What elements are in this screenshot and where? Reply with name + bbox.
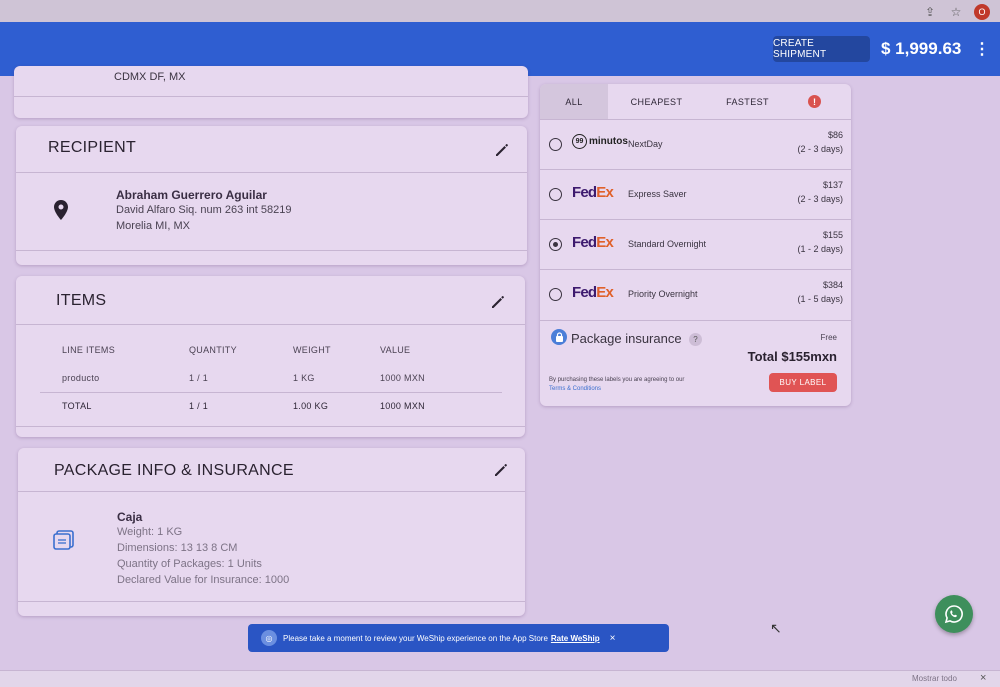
cell-value: 1000 MXN (380, 373, 425, 383)
tab-fastest[interactable]: FASTEST (705, 84, 790, 119)
location-pin-icon (54, 200, 68, 220)
package-weight: Weight: 1 KG (117, 526, 183, 538)
toast-message: Please take a moment to review your WeSh… (283, 633, 548, 643)
rate-days: (2 - 3 days) (797, 194, 843, 204)
browser-download-bar: Mostrar todo × (0, 670, 1000, 687)
divider (18, 601, 525, 602)
lock-icon (551, 329, 567, 345)
box-icon (53, 530, 74, 550)
cell-quantity: 1 / 1 (189, 373, 209, 383)
rate-radio[interactable] (549, 138, 562, 151)
insurance-price: Free (820, 333, 837, 342)
cell-total-weight: 1.00 KG (293, 401, 329, 411)
recipient-card: RECIPIENT Abraham Guerrero Aguilar David… (16, 126, 527, 265)
column-header-weight: WEIGHT (293, 345, 331, 355)
rate-service: NextDay (628, 139, 663, 149)
rate-service: Express Saver (628, 189, 687, 199)
rate-radio[interactable] (549, 188, 562, 201)
rate-price: $155 (822, 230, 843, 240)
package-quantity: Quantity of Packages: 1 Units (117, 558, 262, 570)
rate-days: (1 - 5 days) (797, 294, 843, 304)
insurance-section: Package insurance ? Free Total $155mxn B… (540, 320, 851, 406)
divider (18, 491, 525, 492)
cell-total-quantity: 1 / 1 (189, 401, 209, 411)
whatsapp-button[interactable] (935, 595, 973, 633)
package-declared-value: Declared Value for Insurance: 1000 (117, 574, 290, 586)
package-dimensions: Dimensions: 13 13 8 CM (117, 542, 238, 554)
rate-service: Priority Overnight (628, 289, 698, 299)
rate-service: Standard Overnight (628, 239, 707, 249)
package-title: PACKAGE INFO & INSURANCE (54, 462, 294, 479)
tab-all[interactable]: ALL (540, 84, 608, 119)
rate-price: $384 (822, 280, 843, 290)
star-icon[interactable]: ☆ (948, 4, 964, 20)
rate-radio[interactable] (549, 288, 562, 301)
items-title: ITEMS (56, 292, 107, 309)
insurance-label: Package insurance (571, 331, 682, 346)
rate-option-fedex-standard-overnight[interactable]: FedEx Standard Overnight $155 (1 - 2 day… (540, 219, 851, 269)
recipient-name: Abraham Guerrero Aguilar (116, 188, 267, 202)
alert-icon[interactable]: ! (808, 95, 821, 108)
recipient-address-line1: David Alfaro Siq. num 263 int 58219 (116, 204, 292, 216)
buy-label-button[interactable]: BUY LABEL (769, 373, 837, 392)
cell-total-value: 1000 MXN (380, 401, 425, 411)
rate-weship-link[interactable]: Rate WeShip (551, 634, 600, 643)
cell-total-label: TOTAL (62, 401, 92, 411)
items-card: ITEMS LINE ITEMS QUANTITY WEIGHT VALUE p… (16, 276, 525, 437)
edit-icon[interactable] (493, 462, 509, 478)
browser-toolbar: ⇪ ☆ O (0, 0, 1000, 24)
more-vertical-icon[interactable]: ⋮ (974, 39, 990, 59)
99minutos-logo: 99 minutos (572, 134, 628, 149)
show-all-button[interactable]: Mostrar todo (912, 674, 957, 683)
profile-avatar[interactable]: O (974, 4, 990, 20)
share-icon[interactable]: ⇪ (922, 4, 938, 20)
divider (16, 324, 525, 325)
rate-price: $86 (827, 130, 843, 140)
fedex-logo: FedEx (572, 234, 614, 251)
rate-price: $137 (822, 180, 843, 190)
column-header-quantity: QUANTITY (189, 345, 237, 355)
rate-tabs: ALL CHEAPEST FASTEST ! (540, 84, 851, 119)
mouse-cursor: ↖ (770, 620, 782, 636)
recipient-title: RECIPIENT (48, 139, 137, 156)
help-icon[interactable]: ? (689, 333, 702, 346)
fedex-logo: FedEx (572, 284, 614, 301)
rate-days: (2 - 3 days) (797, 144, 843, 154)
divider (40, 392, 502, 393)
package-card: PACKAGE INFO & INSURANCE Caja Weight: 1 … (18, 448, 525, 616)
create-shipment-button[interactable]: CREATE SHIPMENT (773, 36, 870, 62)
terms-link[interactable]: Terms & Conditions (549, 386, 601, 392)
review-toast: ◎ Please take a moment to review your We… (248, 624, 669, 652)
app-store-icon: ◎ (261, 630, 277, 646)
purchase-disclaimer: By purchasing these labels you are agree… (549, 377, 685, 392)
cell-weight: 1 KG (293, 373, 315, 383)
rate-radio-selected[interactable] (549, 238, 562, 251)
column-header-line-items: LINE ITEMS (62, 345, 116, 355)
fedex-logo: FedEx (572, 184, 614, 201)
column-header-value: VALUE (380, 345, 411, 355)
rate-days: (1 - 2 days) (797, 244, 843, 254)
recipient-address-line2: Morelia MI, MX (116, 220, 190, 232)
cell-line-item: producto (62, 373, 100, 383)
sender-city: CDMX DF, MX (114, 71, 186, 83)
tab-cheapest[interactable]: CHEAPEST (608, 84, 705, 119)
edit-icon[interactable] (490, 294, 506, 310)
close-icon[interactable]: × (610, 633, 616, 644)
package-name: Caja (117, 510, 143, 524)
divider (16, 426, 525, 427)
rate-option-fedex-priority-overnight[interactable]: FedEx Priority Overnight $384 (1 - 5 day… (540, 269, 851, 319)
close-icon[interactable]: × (980, 672, 986, 684)
browser-icons: ⇪ ☆ O (922, 4, 990, 20)
divider (14, 96, 528, 97)
rate-option-99minutos-nextday[interactable]: 99 minutos NextDay $86 (2 - 3 days) (540, 119, 851, 169)
account-balance: $ 1,999.63 (881, 39, 962, 58)
total-price: Total $155mxn (747, 349, 837, 364)
edit-icon[interactable] (494, 142, 510, 158)
sender-card: CDMX DF, MX (14, 66, 528, 118)
divider (16, 250, 527, 251)
rates-panel: ALL CHEAPEST FASTEST ! 99 minutos NextDay… (540, 84, 851, 406)
divider (16, 172, 527, 173)
rate-option-fedex-express-saver[interactable]: FedEx Express Saver $137 (2 - 3 days) (540, 169, 851, 219)
whatsapp-icon (944, 605, 963, 624)
